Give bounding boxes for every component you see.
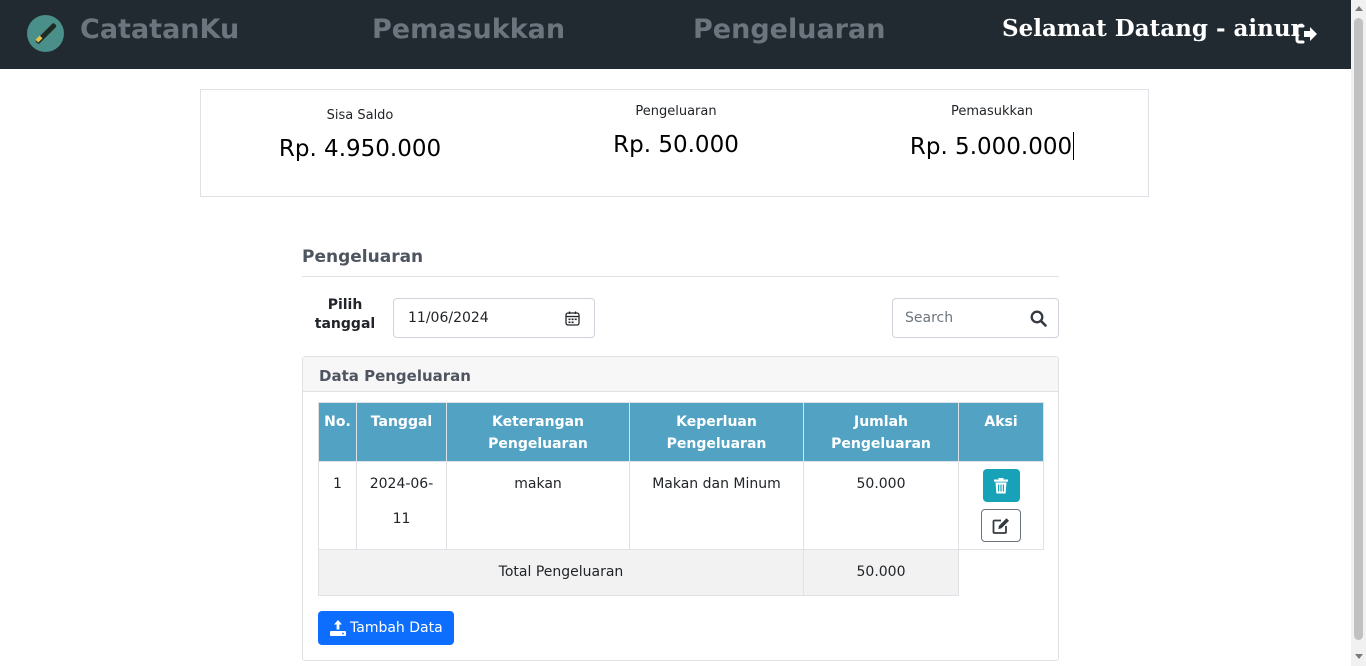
nav-link-pemasukkan[interactable]: Pemasukkan xyxy=(372,14,565,45)
pemasukkan-value-wrap: Rp. 5.000.000 xyxy=(842,132,1142,160)
total-value: 50.000 xyxy=(803,549,959,596)
pemasukkan-value: Rp. 5.000.000 xyxy=(909,134,1073,160)
date-input[interactable]: 11/06/2024 xyxy=(393,298,595,338)
pemasukkan-label: Pemasukkan xyxy=(950,104,1034,119)
scroll-down-icon[interactable] xyxy=(1355,654,1363,659)
saldo-label: Sisa Saldo xyxy=(326,108,394,123)
cell-tanggal: 2024-06-11 xyxy=(356,461,447,550)
saldo-value: Rp. 4.950.000 xyxy=(278,136,442,162)
col-header-no: No. xyxy=(318,402,357,462)
scroll-up-icon[interactable] xyxy=(1355,6,1363,11)
nav-link-pengeluaran[interactable]: Pengeluaran xyxy=(693,14,885,45)
col-header-aksi: Aksi xyxy=(958,402,1044,462)
search-icon[interactable] xyxy=(1030,310,1047,327)
total-row: Total Pengeluaran 50.000 xyxy=(318,549,1044,596)
section-title: Pengeluaran xyxy=(302,247,424,267)
table-header-row: No. Tanggal Keterangan Pengeluaran Keper… xyxy=(318,402,1044,462)
total-empty-cell xyxy=(958,549,1044,596)
card-header: Data Pengeluaran xyxy=(303,357,1058,392)
delete-button[interactable] xyxy=(982,469,1020,502)
table-row: 1 2024-06-11 makan Makan dan Minum 50.00… xyxy=(318,461,1044,550)
cell-keperluan: Makan dan Minum xyxy=(629,461,804,550)
text-caret xyxy=(1073,132,1075,160)
date-value: 11/06/2024 xyxy=(408,310,489,326)
col-header-jumlah: Jumlah Pengeluaran xyxy=(803,402,959,462)
cell-jumlah: 50.000 xyxy=(803,461,959,550)
search-input[interactable]: Search xyxy=(892,298,1059,338)
col-header-tanggal: Tanggal xyxy=(356,402,447,462)
add-data-button[interactable]: Tambah Data xyxy=(318,611,454,645)
col-header-keterangan: Keterangan Pengeluaran xyxy=(446,402,630,462)
cell-no: 1 xyxy=(318,461,357,550)
brand-title[interactable]: CatatanKu xyxy=(80,14,239,45)
expense-table: No. Tanggal Keterangan Pengeluaran Keper… xyxy=(318,402,1044,596)
cell-aksi xyxy=(958,461,1044,550)
pen-logo-icon[interactable] xyxy=(27,15,64,52)
card-title: Data Pengeluaran xyxy=(319,367,471,385)
balance-summary: Sisa Saldo Rp. 4.950.000 Pengeluaran Rp.… xyxy=(200,89,1149,197)
scroll-thumb[interactable] xyxy=(1354,18,1363,640)
navbar: CatatanKu Pemasukkan Pengeluaran Selamat… xyxy=(0,0,1351,69)
edit-icon xyxy=(992,517,1009,534)
logout-icon[interactable] xyxy=(1294,22,1318,46)
welcome-text: Selamat Datang - ainur xyxy=(1002,15,1303,42)
upload-icon xyxy=(330,620,346,636)
page-scrollbar[interactable] xyxy=(1351,0,1366,666)
date-label: Pilih tanggal xyxy=(314,297,376,332)
divider xyxy=(302,276,1059,277)
trash-icon xyxy=(994,477,1008,493)
pengeluaran-label: Pengeluaran xyxy=(635,104,717,119)
calendar-icon[interactable] xyxy=(565,311,580,326)
cell-keterangan: makan xyxy=(446,461,630,550)
search-placeholder: Search xyxy=(905,310,954,326)
pengeluaran-value: Rp. 50.000 xyxy=(613,132,739,158)
add-data-label: Tambah Data xyxy=(350,620,443,636)
col-header-keperluan: Keperluan Pengeluaran xyxy=(629,402,804,462)
total-label: Total Pengeluaran xyxy=(318,549,804,596)
edit-button[interactable] xyxy=(981,509,1021,542)
